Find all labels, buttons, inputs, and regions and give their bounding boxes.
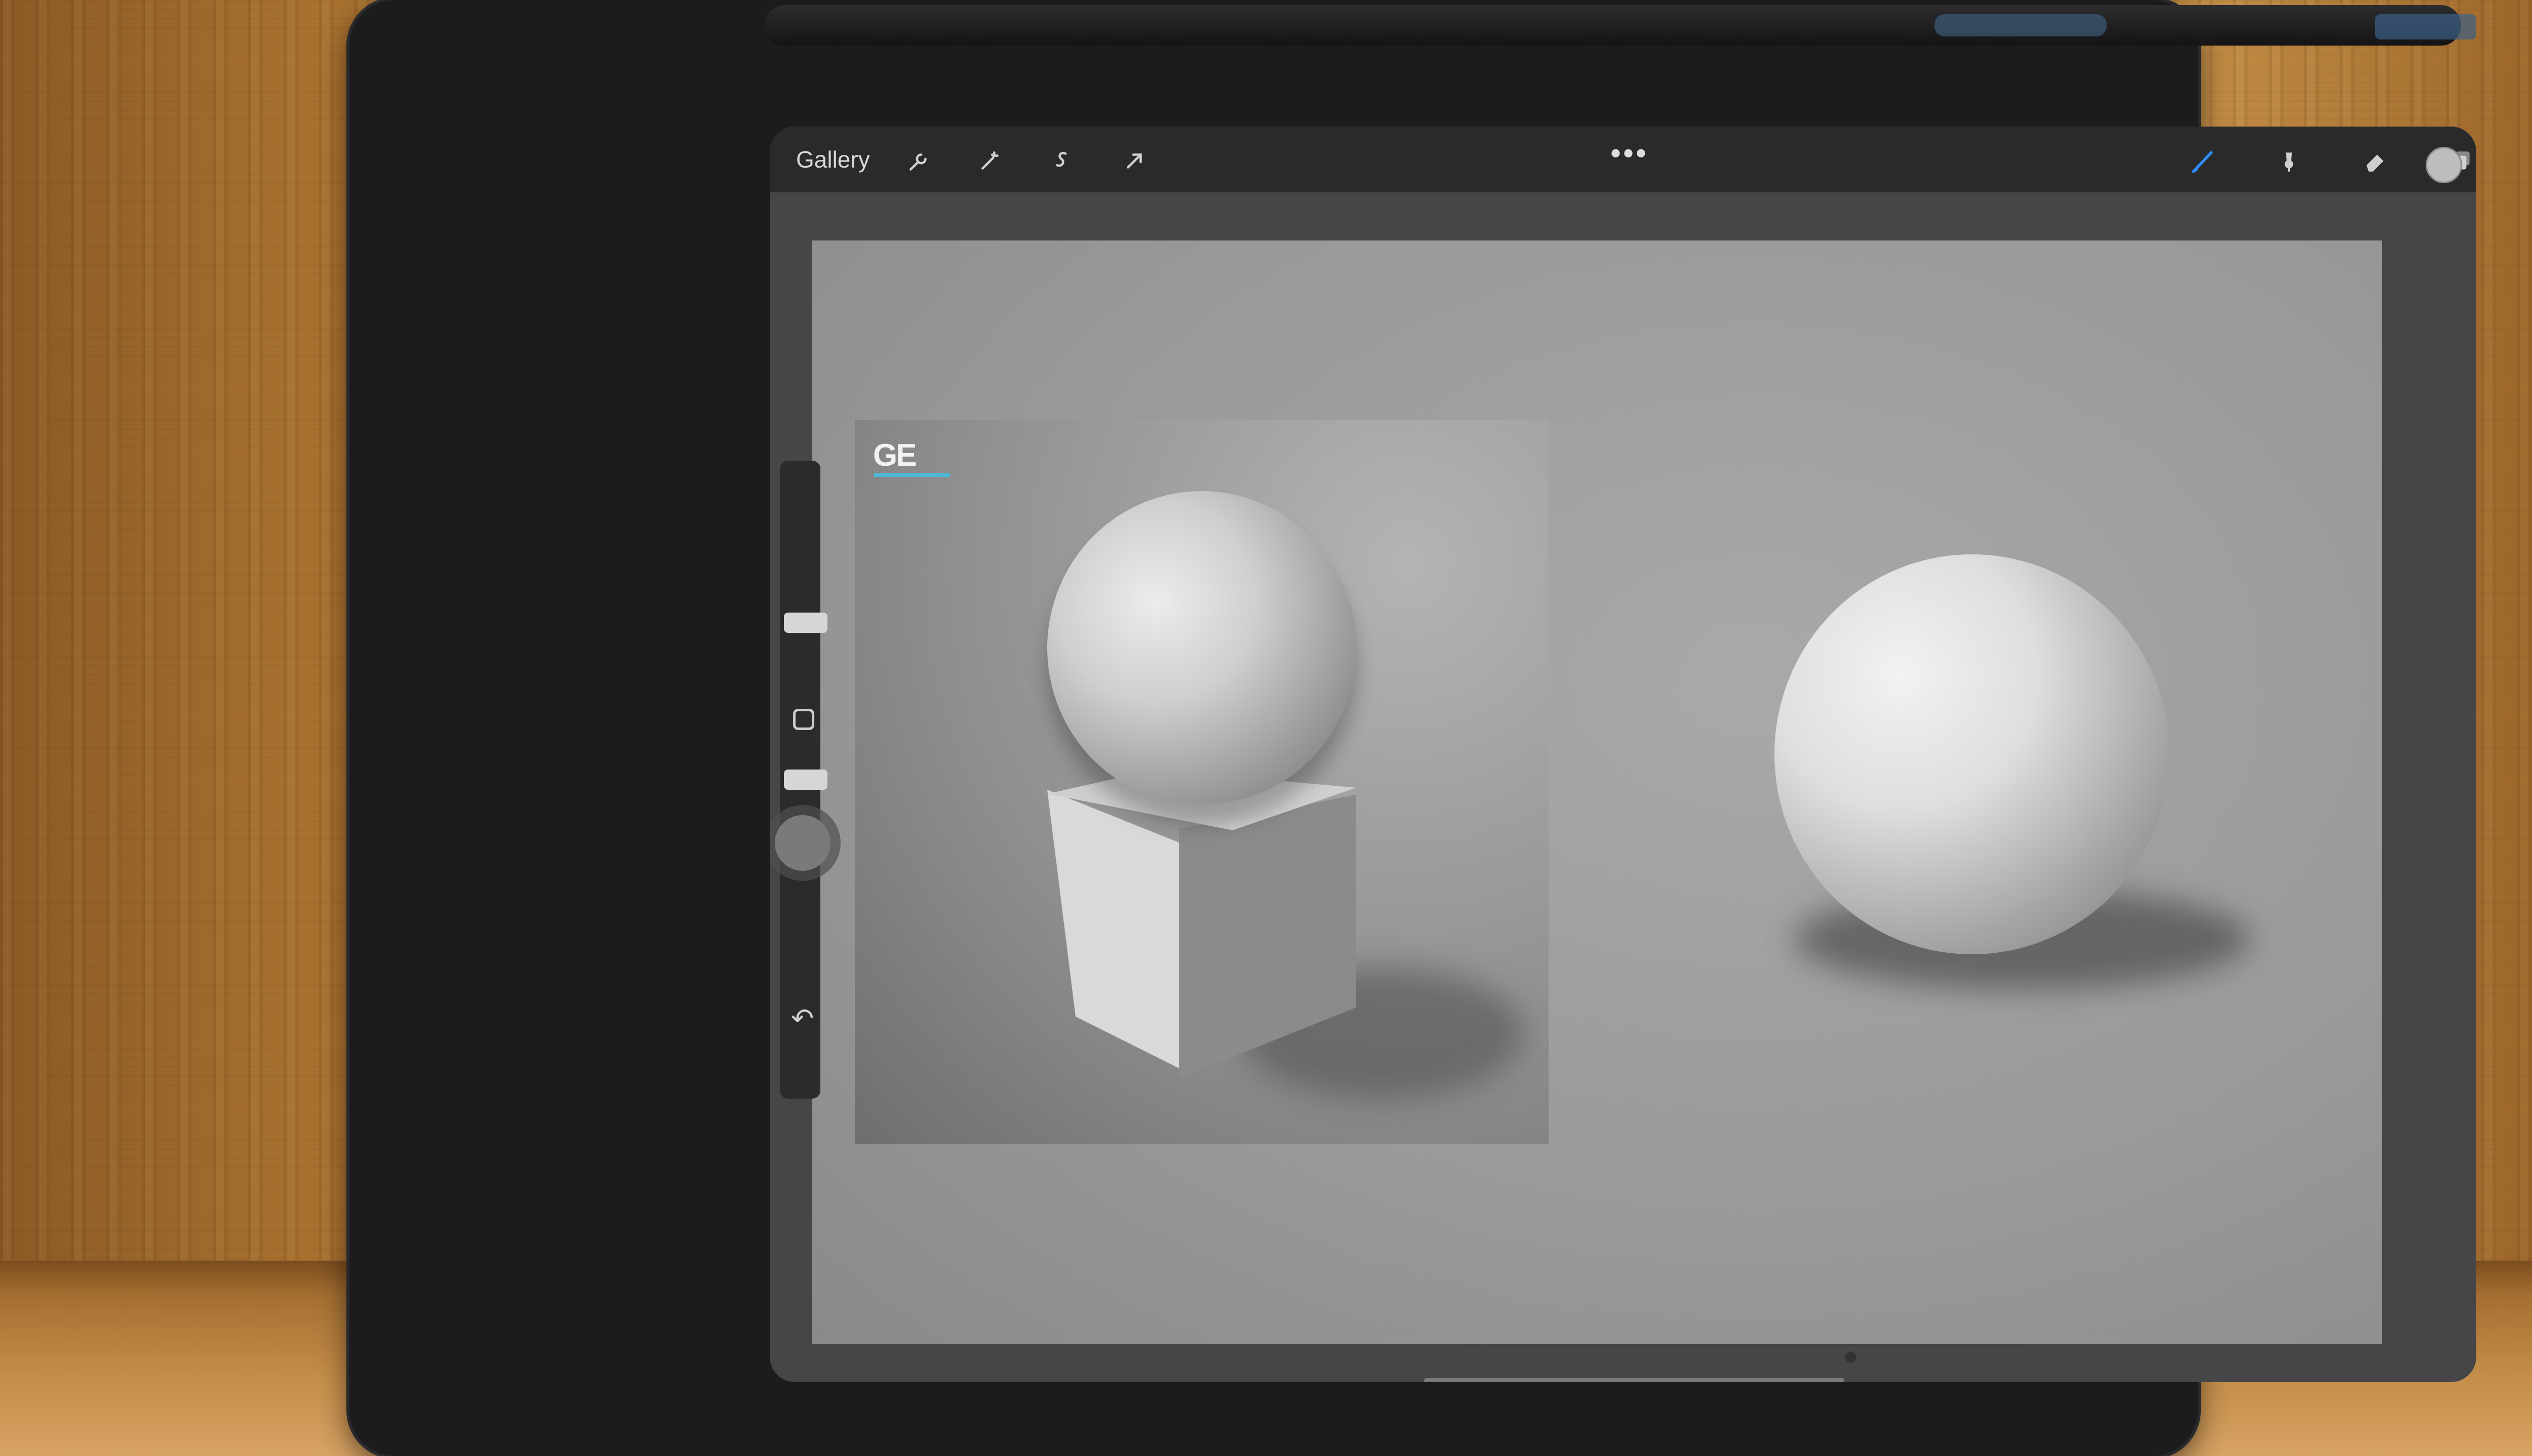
wrench-icon[interactable] [904, 146, 934, 176]
drawing-canvas[interactable]: GE [812, 240, 2382, 1344]
brush-icon[interactable] [2188, 146, 2218, 176]
reference-sphere [1047, 491, 1356, 805]
reference-logo: GE [873, 438, 917, 473]
pencil-band [2375, 14, 2476, 39]
home-indicator[interactable] [1424, 1378, 1844, 1382]
top-toolbar: Gallery ••• [770, 127, 2476, 192]
cube-left-face [1047, 790, 1189, 1073]
magic-wand-icon[interactable] [975, 146, 1005, 176]
color-picker-button[interactable] [2426, 147, 2462, 183]
pencil-clip [1934, 14, 2107, 36]
gallery-button[interactable]: Gallery [796, 146, 870, 173]
drawn-sphere [1774, 554, 2169, 954]
reference-logo-underline [874, 473, 950, 477]
modify-button[interactable] [793, 709, 814, 730]
undo-icon[interactable]: ↶ [791, 1002, 814, 1034]
left-sidebar: ↶ [775, 461, 830, 1099]
opacity-slider-thumb[interactable] [775, 815, 830, 871]
brush-size-slider[interactable] [784, 613, 827, 633]
camera-dot [1845, 1352, 1856, 1363]
smudge-icon[interactable] [2274, 146, 2304, 176]
apple-pencil [765, 5, 2476, 46]
more-menu-icon[interactable]: ••• [1610, 136, 1648, 171]
selection-icon[interactable] [1047, 146, 1078, 176]
opacity-slider[interactable] [784, 770, 827, 790]
procreate-screen: Gallery ••• GE ↶ [770, 127, 2476, 1382]
reference-image: GE [855, 420, 1549, 1144]
transform-arrow-icon[interactable] [1119, 146, 1150, 176]
ipad-device: Gallery ••• GE ↶ [349, 0, 2476, 1456]
